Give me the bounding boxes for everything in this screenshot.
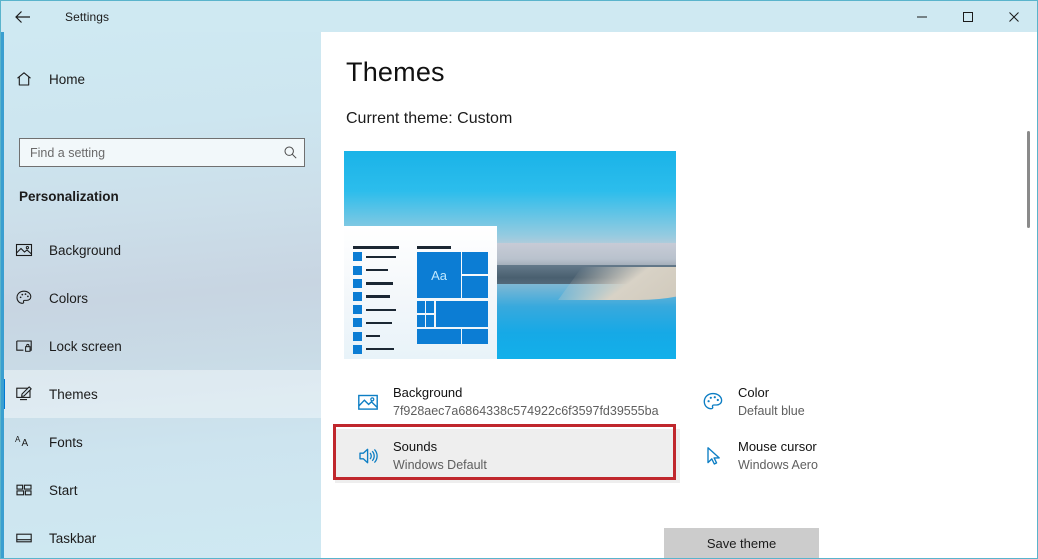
sidebar-item-label: Fonts bbox=[49, 434, 83, 450]
window-controls bbox=[899, 1, 1037, 32]
mockup-tile-aa: Aa bbox=[417, 252, 461, 299]
mockup-tile bbox=[417, 329, 461, 345]
mockup-tile-grid: Aa bbox=[417, 252, 488, 358]
sidebar: Home Personalization bbox=[1, 32, 321, 558]
lock-screen-icon bbox=[1, 337, 47, 355]
minimize-button[interactable] bbox=[899, 1, 945, 32]
close-button[interactable] bbox=[991, 1, 1037, 32]
mockup-app-item bbox=[353, 344, 408, 354]
picture-icon bbox=[1, 241, 47, 259]
start-menu-mockup: Aa bbox=[344, 225, 497, 359]
mockup-app-item bbox=[353, 278, 408, 288]
mockup-rule bbox=[353, 245, 399, 249]
sidebar-item-home[interactable]: Home bbox=[1, 62, 321, 96]
current-theme-label: Current theme: Custom bbox=[346, 110, 513, 127]
search-icon bbox=[276, 145, 304, 160]
search-box[interactable] bbox=[19, 138, 305, 167]
theme-option-subtitle: Default blue bbox=[738, 404, 805, 418]
scrollbar[interactable] bbox=[1021, 63, 1037, 558]
mockup-tile bbox=[435, 301, 488, 327]
window-title: Settings bbox=[65, 9, 110, 24]
taskbar-icon bbox=[1, 529, 47, 547]
theme-option-title: Background bbox=[393, 385, 463, 400]
palette-icon bbox=[1, 289, 47, 307]
sidebar-item-fonts[interactable]: A A Fonts bbox=[1, 418, 321, 466]
mockup-app-item bbox=[353, 265, 408, 275]
minimize-icon bbox=[917, 16, 927, 17]
scrollbar-thumb[interactable] bbox=[1027, 131, 1030, 228]
sidebar-item-label: Taskbar bbox=[49, 530, 97, 546]
svg-text:A: A bbox=[22, 438, 29, 449]
svg-text:A: A bbox=[15, 435, 21, 444]
maximize-button[interactable] bbox=[945, 1, 991, 32]
sidebar-item-start[interactable]: Start bbox=[1, 466, 321, 514]
mockup-rule bbox=[417, 245, 451, 249]
theme-options-row: Background 7f928aec7a6864338c574922c6f35… bbox=[335, 375, 1025, 429]
sidebar-accent-edge bbox=[1, 32, 4, 558]
theme-option-title: Mouse cursor bbox=[738, 439, 817, 454]
title-bar: Settings bbox=[1, 1, 1037, 32]
palette-icon bbox=[694, 391, 732, 413]
picture-icon bbox=[349, 391, 387, 413]
theme-option-sounds[interactable]: Sounds Windows Default bbox=[335, 429, 680, 483]
mockup-tile bbox=[462, 329, 488, 345]
mockup-app-item bbox=[353, 252, 408, 262]
back-button[interactable] bbox=[1, 1, 45, 32]
mockup-app-item bbox=[353, 305, 408, 315]
mockup-tile bbox=[417, 301, 426, 314]
theme-option-text: Color Default blue bbox=[738, 384, 805, 420]
theme-option-subtitle: Windows Default bbox=[393, 458, 487, 472]
sidebar-item-label: Start bbox=[49, 482, 78, 498]
theme-option-text: Sounds Windows Default bbox=[393, 438, 487, 474]
save-theme-button[interactable]: Save theme bbox=[664, 528, 819, 558]
theme-option-text: Background 7f928aec7a6864338c574922c6f35… bbox=[393, 384, 659, 420]
sidebar-section-heading: Personalization bbox=[19, 189, 119, 204]
sidebar-item-taskbar[interactable]: Taskbar bbox=[1, 514, 321, 558]
sidebar-item-background[interactable]: Background bbox=[1, 226, 321, 274]
speaker-icon bbox=[349, 445, 387, 467]
mockup-tile bbox=[417, 315, 426, 327]
maximize-icon bbox=[963, 11, 973, 22]
sidebar-item-label: Colors bbox=[49, 290, 89, 306]
home-icon bbox=[1, 70, 47, 88]
mockup-tile bbox=[426, 301, 435, 314]
sidebar-item-label-home: Home bbox=[49, 71, 86, 87]
theme-option-color[interactable]: Color Default blue bbox=[680, 375, 1025, 429]
theme-option-subtitle: Windows Aero bbox=[738, 458, 818, 472]
sidebar-nav-list: Background Colors Lock screen Themes A A… bbox=[1, 226, 321, 558]
mockup-app-item bbox=[353, 318, 408, 328]
sidebar-item-label: Themes bbox=[49, 386, 98, 402]
start-tiles-icon bbox=[1, 481, 47, 499]
theme-option-title: Color bbox=[738, 385, 770, 400]
theme-option-text: Mouse cursor Windows Aero bbox=[738, 438, 818, 474]
mockup-app-item bbox=[353, 331, 408, 341]
mockup-app-list bbox=[353, 252, 408, 356]
sidebar-item-themes[interactable]: Themes bbox=[1, 370, 321, 418]
mockup-app-item bbox=[353, 292, 408, 302]
settings-window: Settings Home Find a setting Personaliza… bbox=[0, 0, 1038, 559]
theme-option-background[interactable]: Background 7f928aec7a6864338c574922c6f35… bbox=[335, 375, 680, 429]
mockup-tile-aa-label: Aa bbox=[431, 267, 448, 283]
theme-option-title: Sounds bbox=[393, 439, 438, 454]
theme-options-grid: Background 7f928aec7a6864338c574922c6f35… bbox=[335, 375, 1025, 483]
sidebar-item-label: Background bbox=[49, 242, 122, 258]
fonts-aa-icon: A A bbox=[1, 433, 47, 451]
theme-option-mouse-cursor[interactable]: Mouse cursor Windows Aero bbox=[680, 429, 1025, 483]
main-content: Themes Current theme: Custom Aa Backgrou… bbox=[321, 32, 1037, 558]
sidebar-item-colors[interactable]: Colors bbox=[1, 274, 321, 322]
theme-option-subtitle: 7f928aec7a6864338c574922c6f3597fd39555ba bbox=[393, 404, 659, 418]
theme-options-row: Sounds Windows Default Mouse cursor Wind… bbox=[335, 429, 1025, 483]
cursor-arrow-icon bbox=[694, 445, 732, 467]
sidebar-item-lock-screen[interactable]: Lock screen bbox=[1, 322, 321, 370]
sidebar-item-label: Lock screen bbox=[49, 338, 122, 354]
page-title: Themes bbox=[346, 57, 445, 87]
close-icon bbox=[1009, 11, 1019, 22]
theme-preview-thumbnail[interactable]: Aa bbox=[344, 151, 676, 359]
mockup-tile bbox=[426, 315, 435, 327]
search-input[interactable] bbox=[20, 139, 276, 166]
back-arrow-icon bbox=[15, 10, 30, 23]
mockup-tile bbox=[462, 252, 488, 275]
mockup-tile bbox=[462, 276, 488, 299]
themes-brush-icon bbox=[1, 385, 47, 403]
